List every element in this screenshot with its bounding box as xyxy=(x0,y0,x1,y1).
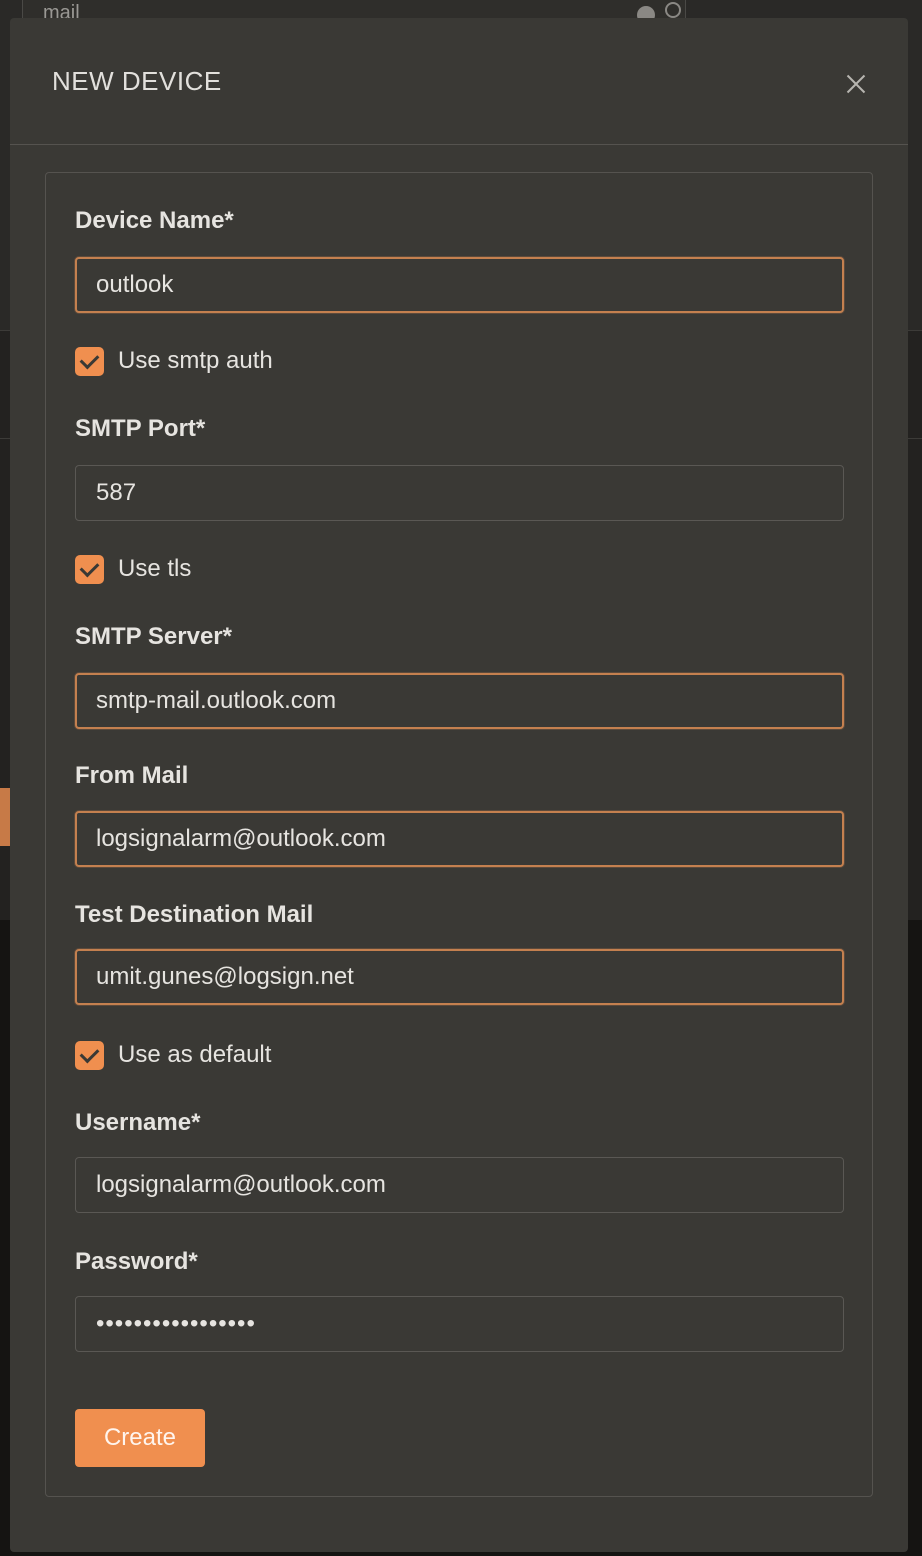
use-as-default-checkbox[interactable] xyxy=(75,1040,104,1070)
smtp-server-label: SMTP Server* xyxy=(75,623,232,650)
username-label: Username* xyxy=(75,1109,201,1136)
search-icon xyxy=(665,2,681,18)
from-mail-input[interactable]: logsignalarm@outlook.com xyxy=(75,811,844,867)
device-name-input[interactable]: outlook xyxy=(75,257,844,313)
device-form: Device Name* outlook Use smtp auth SMTP … xyxy=(45,172,873,1497)
password-input[interactable]: ••••••••••••••••• xyxy=(75,1296,844,1352)
use-tls-checkbox-row[interactable]: Use tls xyxy=(75,554,192,584)
test-destination-mail-label: Test Destination Mail xyxy=(75,901,314,928)
create-button[interactable]: Create xyxy=(75,1409,205,1467)
use-smtp-auth-label: Use smtp auth xyxy=(118,347,273,374)
modal-title: NEW DEVICE xyxy=(52,66,222,96)
use-as-default-checkbox-row[interactable]: Use as default xyxy=(75,1040,272,1070)
device-name-label: Device Name* xyxy=(75,207,234,234)
smtp-port-input[interactable]: 587 xyxy=(75,465,844,521)
password-label: Password* xyxy=(75,1248,198,1275)
smtp-port-label: SMTP Port* xyxy=(75,415,206,442)
username-input[interactable]: logsignalarm@outlook.com xyxy=(75,1157,844,1213)
use-tls-checkbox[interactable] xyxy=(75,554,104,584)
use-smtp-auth-checkbox[interactable] xyxy=(75,346,104,376)
from-mail-label: From Mail xyxy=(75,762,189,789)
modal-header: NEW DEVICE xyxy=(10,18,908,145)
use-tls-label: Use tls xyxy=(118,555,192,582)
use-as-default-label: Use as default xyxy=(118,1041,272,1068)
use-smtp-auth-checkbox-row[interactable]: Use smtp auth xyxy=(75,346,273,376)
test-destination-mail-input[interactable]: umit.gunes@logsign.net xyxy=(75,949,844,1005)
new-device-modal: NEW DEVICE Device Name* outlook Use smtp… xyxy=(10,18,908,1552)
close-icon[interactable] xyxy=(842,70,870,98)
smtp-server-input[interactable]: smtp-mail.outlook.com xyxy=(75,673,844,729)
